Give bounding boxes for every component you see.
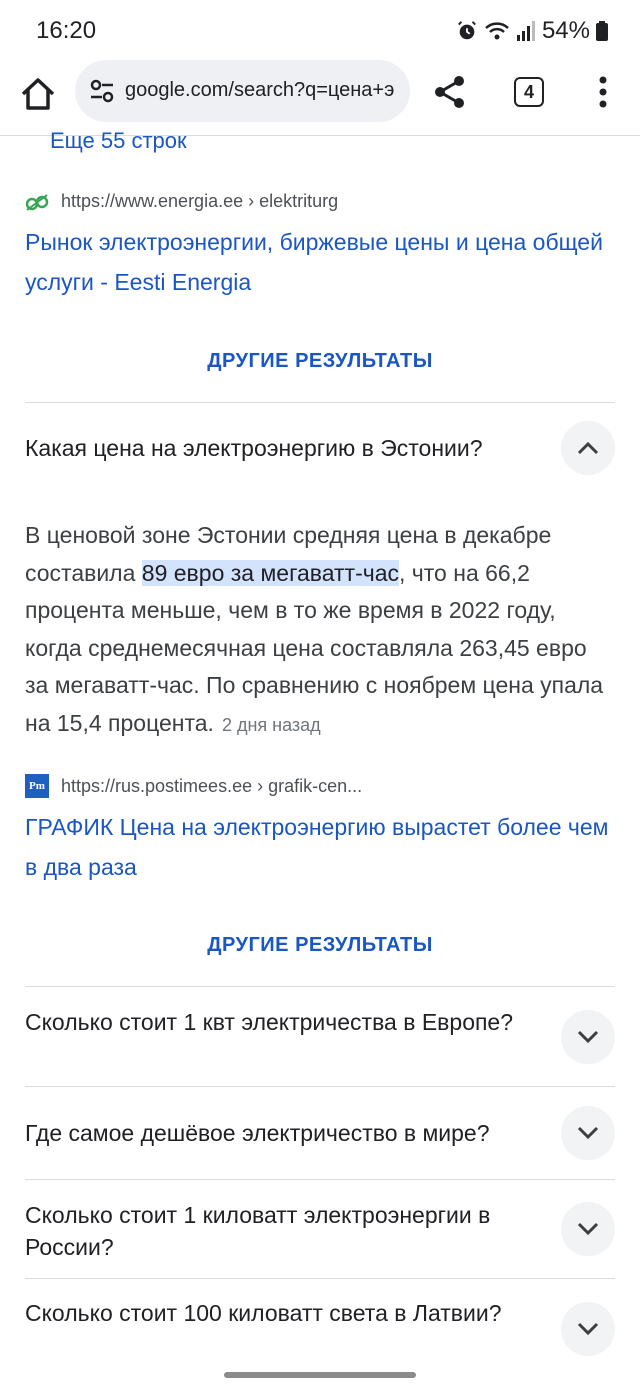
- tab-switcher-button[interactable]: 4: [514, 77, 544, 107]
- signal-icon: [516, 21, 535, 41]
- status-bar: 16:20 54%: [0, 0, 640, 60]
- more-results-button-2[interactable]: ДРУГИЕ РЕЗУЛЬТАТЫ: [0, 934, 640, 957]
- faq-expand-button[interactable]: [561, 1302, 615, 1356]
- faq-answer: В ценовой зоне Эстонии средняя цена в де…: [25, 517, 615, 744]
- more-vert-icon[interactable]: [592, 74, 614, 110]
- answer-date: 2 дня назад: [221, 714, 321, 735]
- address-bar[interactable]: google.com/search?q=цена+э: [75, 60, 410, 122]
- chevron-down-icon: [577, 1126, 599, 1140]
- faq-question-open[interactable]: Какая цена на электроэнергию в Эстонии?: [25, 432, 545, 464]
- status-icons: 54%: [456, 17, 608, 45]
- chevron-down-icon: [577, 1322, 599, 1336]
- divider: [25, 402, 615, 403]
- chevron-up-icon: [577, 441, 599, 455]
- faq-question[interactable]: Сколько стоит 1 киловатт электроэнергии …: [25, 1199, 545, 1263]
- faq-expand-button[interactable]: [561, 1106, 615, 1160]
- chevron-down-icon: [577, 1222, 599, 1236]
- energia-source[interactable]: https://www.energia.ee › elektriturg: [25, 191, 338, 212]
- divider: [25, 1086, 615, 1087]
- energia-favicon-icon: [25, 193, 49, 211]
- divider: [25, 1179, 615, 1180]
- home-icon[interactable]: [18, 74, 58, 114]
- battery-icon: [596, 21, 608, 41]
- alarm-icon: [458, 21, 476, 40]
- postimees-source-url: https://rus.postimees.ee › grafik-cen...: [61, 775, 363, 796]
- divider: [25, 1278, 615, 1279]
- faq-collapse-button[interactable]: [561, 421, 615, 475]
- postimees-source[interactable]: Pm https://rus.postimees.ee › grafik-cen…: [25, 774, 362, 798]
- tune-icon[interactable]: [89, 78, 115, 104]
- faq-expand-button[interactable]: [561, 1010, 615, 1064]
- faq-question[interactable]: Сколько стоит 1 квт электричества в Евро…: [25, 1006, 545, 1038]
- more-results-button-1[interactable]: ДРУГИЕ РЕЗУЛЬТАТЫ: [0, 350, 640, 373]
- status-time: 16:20: [36, 17, 97, 44]
- url-text[interactable]: google.com/search?q=цена+э: [125, 79, 405, 102]
- battery-percent: 54%: [541, 17, 590, 44]
- postimees-result-title[interactable]: ГРАФИК Цена на электроэнергию вырастет б…: [25, 807, 615, 887]
- postimees-favicon: Pm: [25, 774, 49, 798]
- more-rows-link[interactable]: Еще 55 строк: [50, 128, 187, 154]
- browser-toolbar: google.com/search?q=цена+э 4: [0, 60, 640, 136]
- faq-expand-button[interactable]: [561, 1202, 615, 1256]
- share-icon[interactable]: [432, 74, 468, 110]
- wifi-icon: [485, 22, 509, 40]
- faq-question[interactable]: Где самое дешёвое электричество в мире?: [25, 1117, 545, 1149]
- answer-highlight: 89 евро за мегаватт-час: [141, 559, 400, 586]
- energia-source-url: https://www.energia.ee › elektriturg: [61, 191, 339, 211]
- faq-question[interactable]: Сколько стоит 100 киловатт света в Латви…: [25, 1297, 545, 1329]
- divider: [25, 986, 615, 987]
- chevron-down-icon: [577, 1030, 599, 1044]
- energia-result-title[interactable]: Рынок электроэнергии, биржевые цены и це…: [25, 222, 615, 302]
- gesture-navigation-bar[interactable]: [224, 1372, 416, 1378]
